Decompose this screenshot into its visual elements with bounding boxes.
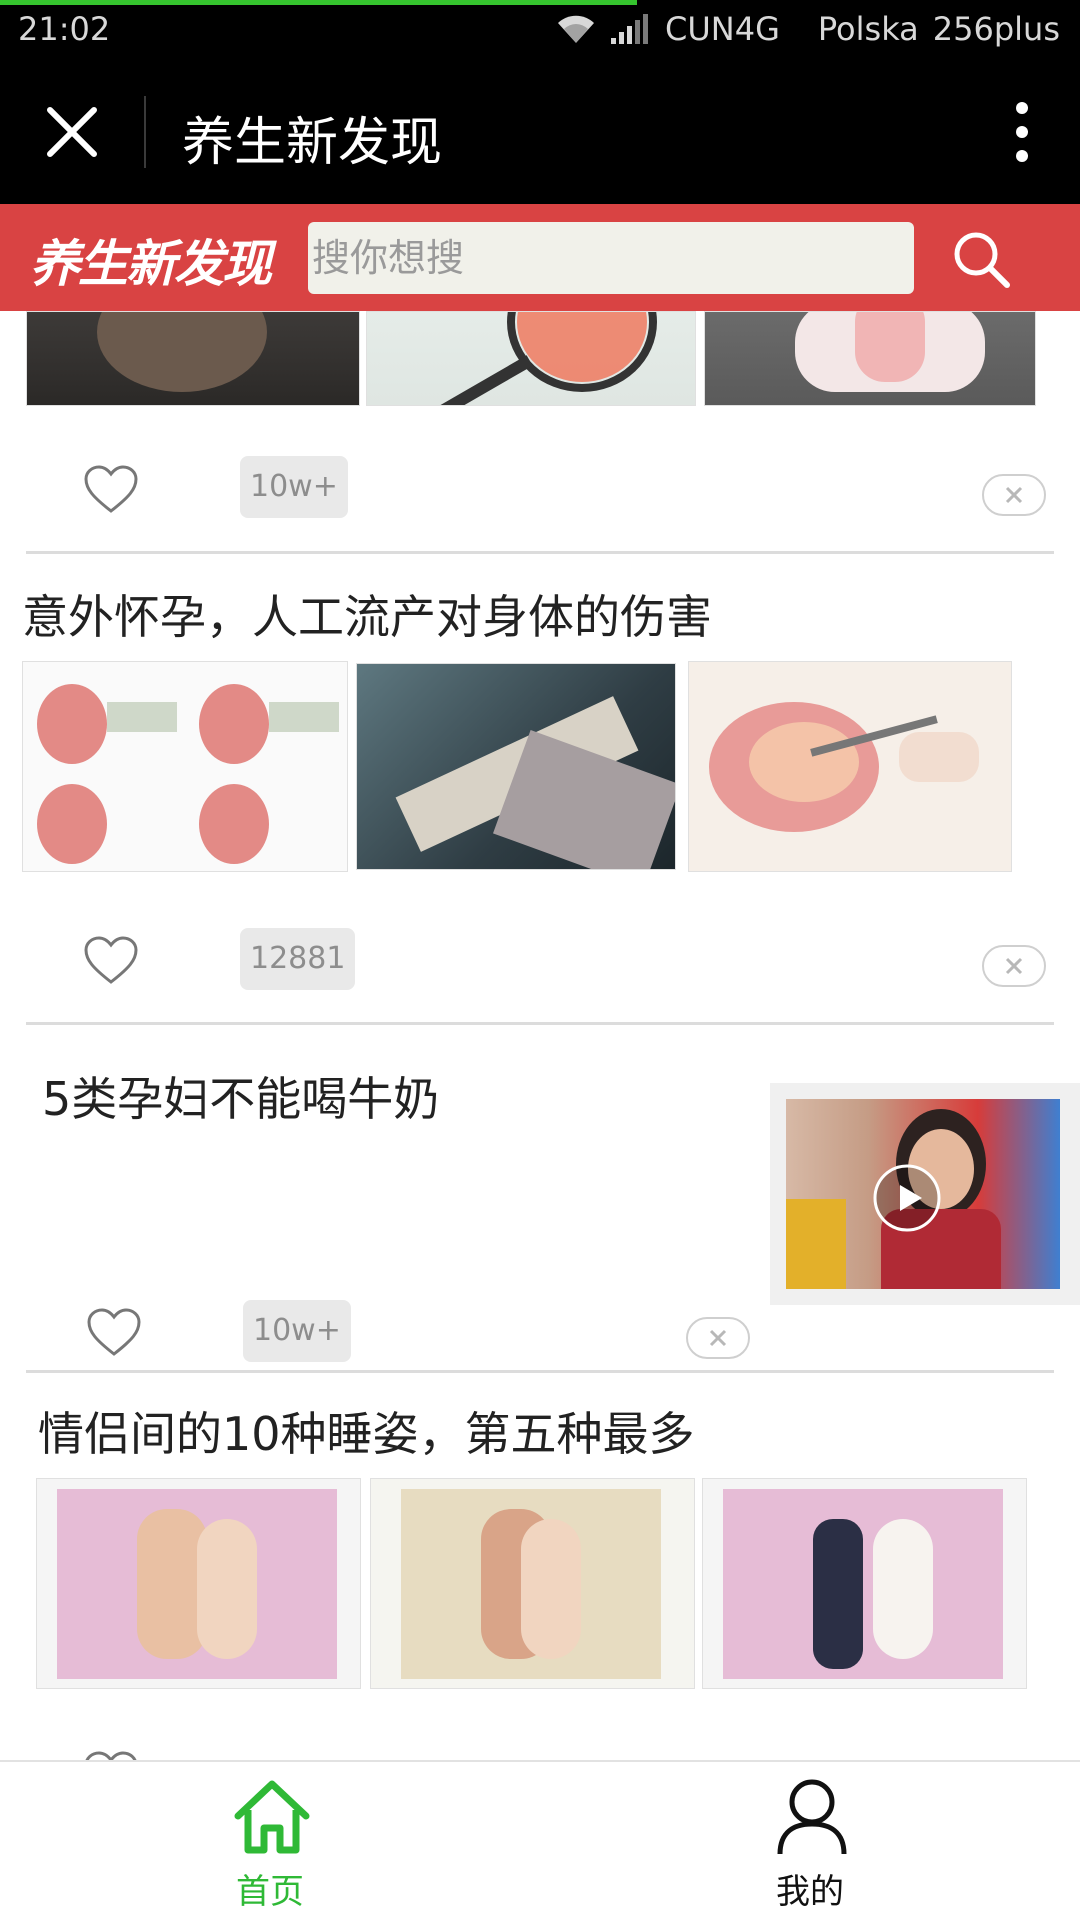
status-operator: Polska bbox=[817, 10, 919, 48]
home-icon bbox=[234, 1780, 310, 1854]
article-thumbnail[interactable] bbox=[36, 1478, 361, 1689]
view-count: 12881 bbox=[240, 928, 356, 990]
status-device: 256plus bbox=[932, 10, 1060, 48]
item-divider bbox=[26, 551, 1054, 554]
heart-icon[interactable] bbox=[86, 1308, 142, 1358]
close-icon bbox=[1005, 957, 1023, 975]
video-thumbnail-frame[interactable] bbox=[770, 1083, 1080, 1305]
search-header: 养生新发现 bbox=[0, 204, 1080, 311]
dismiss-button[interactable] bbox=[686, 1317, 750, 1359]
dismiss-button[interactable] bbox=[982, 474, 1046, 516]
title-divider bbox=[144, 96, 146, 168]
article-thumbnail[interactable] bbox=[356, 663, 676, 870]
status-right: CUN4G Polska 256plus bbox=[555, 10, 1060, 48]
heart-icon[interactable] bbox=[83, 1751, 139, 1760]
view-count: 10w+ bbox=[243, 1300, 351, 1362]
article-thumbnail[interactable] bbox=[366, 311, 696, 406]
item-divider bbox=[26, 1370, 1054, 1373]
search-icon[interactable] bbox=[950, 228, 1012, 290]
tab-label: 我的 bbox=[776, 1872, 844, 1912]
status-time: 21:02 bbox=[18, 10, 111, 48]
article-thumbnail[interactable] bbox=[370, 1478, 695, 1689]
news-feed: 10w+ 意外怀孕，人工流产对身体的伤害 12881 5类孕妇不能喝牛奶 10w… bbox=[0, 311, 1080, 1760]
article-thumbnail[interactable] bbox=[688, 661, 1012, 872]
heart-icon[interactable] bbox=[83, 465, 139, 515]
close-icon[interactable] bbox=[44, 104, 100, 160]
status-bar: 21:02 CUN4G Polska 256plus bbox=[0, 0, 1080, 60]
page-title: 养生新发现 bbox=[182, 113, 443, 173]
close-icon bbox=[1005, 486, 1023, 504]
wifi-icon bbox=[558, 15, 595, 43]
view-count: 10w+ bbox=[240, 456, 348, 518]
more-vertical-icon[interactable] bbox=[1004, 100, 1040, 164]
user-icon bbox=[777, 1779, 847, 1855]
article-thumbnail[interactable] bbox=[26, 311, 360, 406]
item-divider bbox=[26, 1022, 1054, 1025]
tab-profile[interactable]: 我的 bbox=[710, 1762, 910, 1922]
article-thumbnail[interactable] bbox=[704, 311, 1036, 406]
article-title[interactable]: 5类孕妇不能喝牛奶 bbox=[42, 1063, 439, 1129]
page-load-progress bbox=[0, 0, 638, 5]
heart-icon[interactable] bbox=[83, 936, 139, 986]
tab-label: 首页 bbox=[236, 1872, 304, 1912]
title-bar: 养生新发现 bbox=[0, 60, 1080, 204]
status-carrier: CUN4G bbox=[665, 10, 780, 48]
close-icon bbox=[709, 1329, 727, 1347]
article-title[interactable]: 情侣间的10种睡姿，第五种最多 bbox=[38, 1398, 695, 1464]
tab-home[interactable]: 首页 bbox=[170, 1762, 370, 1922]
dismiss-button[interactable] bbox=[982, 945, 1046, 987]
bottom-tab-bar: 首页 我的 bbox=[0, 1760, 1080, 1922]
article-thumbnail[interactable] bbox=[702, 1478, 1027, 1689]
signal-icon bbox=[611, 14, 649, 44]
search-input[interactable] bbox=[308, 222, 914, 294]
brand-logo[interactable]: 养生新发现 bbox=[30, 224, 272, 296]
play-icon[interactable] bbox=[872, 1163, 942, 1233]
article-title[interactable]: 意外怀孕，人工流产对身体的伤害 bbox=[22, 581, 712, 647]
article-thumbnail[interactable] bbox=[22, 661, 348, 872]
